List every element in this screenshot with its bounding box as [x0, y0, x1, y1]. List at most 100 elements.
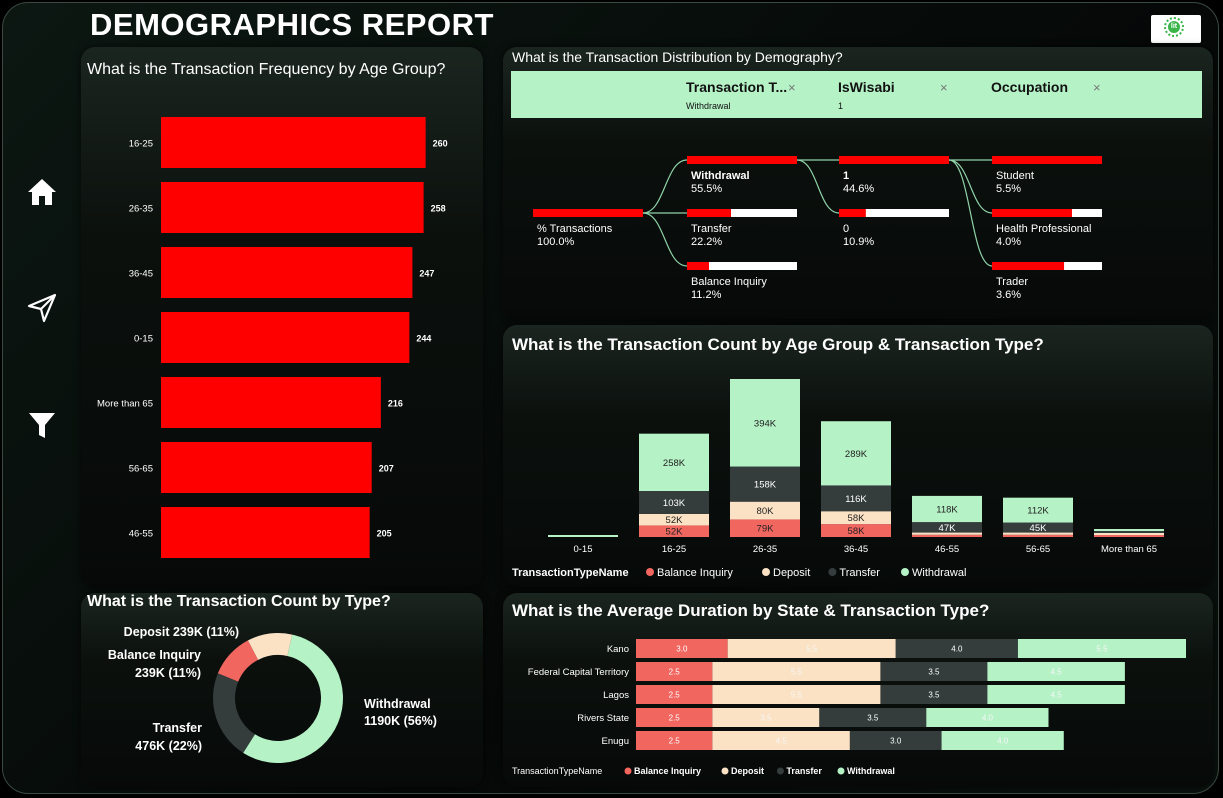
- stack-segment: [1094, 529, 1164, 531]
- level1-header[interactable]: Transaction T...: [686, 79, 787, 95]
- donut-label: Deposit 239K (11%): [124, 625, 239, 639]
- stack-data-label: 80K: [757, 506, 775, 517]
- level1-selection: Withdrawal: [686, 101, 731, 111]
- stack-segment: [1094, 533, 1164, 535]
- stack-data-label: 79K: [757, 524, 775, 535]
- duration-data-label: 3.5: [928, 691, 940, 700]
- close-icon[interactable]: ×: [1093, 80, 1101, 95]
- root-node-value: 100.0%: [537, 236, 575, 248]
- stack-data-label: 289K: [845, 449, 868, 460]
- legend-entry: Transfer: [839, 567, 880, 579]
- level3-node-bar: [992, 209, 1072, 217]
- legend-entry: Withdrawal: [847, 766, 895, 776]
- age-bar: [161, 117, 426, 168]
- level3-node-bar: [992, 156, 1102, 164]
- level3-node-value: 5.5%: [996, 183, 1021, 195]
- age-bar: [161, 247, 413, 298]
- stacked-title: What is the Transaction Count by Age Gro…: [512, 335, 1044, 354]
- legend-entry: Balance Inquiry: [657, 567, 733, 579]
- duration-data-label: 4.0: [997, 737, 1009, 746]
- level1-node-bar: [687, 262, 709, 270]
- stack-data-label: 47K: [939, 523, 957, 534]
- duration-tick-label: Rivers State: [577, 713, 629, 724]
- stack-tick-label: More than 65: [1101, 544, 1157, 555]
- age-data-label: 244: [416, 334, 431, 344]
- legend-entry: Balance Inquiry: [634, 766, 701, 776]
- level3-node-label: Student: [996, 170, 1034, 182]
- level2-node-bar: [839, 209, 866, 217]
- stack-tick-label: 56-65: [1026, 544, 1050, 555]
- stack-data-label: 118K: [936, 505, 958, 516]
- duration-data-label: 3.0: [890, 737, 902, 746]
- duration-data-label: 3.5: [867, 714, 879, 723]
- age-bar: [161, 182, 424, 233]
- level1-node-label: Balance Inquiry: [691, 276, 767, 288]
- age-bar: [161, 312, 410, 363]
- tree-link: [642, 212, 688, 267]
- duration-data-label: 2.5: [669, 691, 681, 700]
- close-icon[interactable]: ×: [940, 80, 948, 95]
- level2-node-label: 0: [843, 223, 849, 235]
- decomposition-tree[interactable]: % Transactions100.0% Withdrawal55.5% Trans…: [503, 143, 1213, 313]
- stack-data-label: 158K: [754, 480, 777, 491]
- home-icon[interactable]: [25, 175, 59, 209]
- stack-tick-label: 0-15: [573, 544, 592, 555]
- duration-data-label: 4.0: [982, 714, 994, 723]
- donut-label: Balance Inquiry: [108, 648, 201, 662]
- legend-swatch: [646, 568, 654, 576]
- duration-data-label: 5.5: [791, 668, 803, 677]
- duration-data-label: 3.0: [676, 645, 688, 654]
- close-icon[interactable]: ×: [788, 80, 796, 95]
- duration-chart[interactable]: Kano 3.0 5.5 4.0 5.5 Federal Capital Territor…: [503, 628, 1213, 788]
- age-bar: [161, 377, 381, 428]
- level3-node-label: Trader: [996, 276, 1028, 288]
- donut-label: Transfer: [153, 721, 202, 735]
- root-node-label: % Transactions: [537, 223, 613, 235]
- stack-tick-label: 16-25: [662, 544, 686, 555]
- age-tick-label: 56-65: [129, 464, 153, 475]
- duration-tick-label: Lagos: [603, 690, 629, 701]
- donut-label: Withdrawal: [364, 697, 431, 711]
- level2-header[interactable]: IsWisabi: [838, 79, 895, 95]
- level3-header[interactable]: Occupation: [991, 79, 1068, 95]
- age-frequency-chart[interactable]: 16-25 260 26-35 258 36-45 247 0-15 244 More than…: [81, 103, 483, 573]
- filter-icon[interactable]: [25, 407, 59, 441]
- level2-selection: 1: [838, 101, 844, 111]
- age-data-label: 247: [419, 269, 434, 279]
- level2-node-label: 1: [843, 170, 849, 182]
- legend-entry: Deposit: [731, 766, 764, 776]
- send-icon[interactable]: [25, 291, 59, 325]
- stacked-column-chart[interactable]: 0-15 52K52K 103K 258K 16-25 79K 80K 158K 394K 26-…: [503, 363, 1213, 585]
- stack-data-label: 52K: [666, 515, 684, 526]
- age-bar: [161, 507, 370, 558]
- level2-node-value: 44.6%: [843, 183, 874, 195]
- age-data-label: 207: [379, 464, 394, 474]
- legend-entry: Deposit: [773, 567, 810, 579]
- duration-title: What is the Average Duration by State & …: [512, 601, 990, 620]
- decomposition-header: Transaction T... Withdrawal × IsWisabi 1…: [511, 71, 1202, 118]
- stack-data-label: 116K: [845, 494, 867, 505]
- age-tick-label: More than 65: [97, 399, 153, 410]
- decomposition-title: What is the Transaction Distribution by …: [512, 49, 843, 65]
- age-data-label: 260: [433, 139, 448, 149]
- duration-data-label: 4.5: [1051, 691, 1063, 700]
- level1-node-value: 55.5%: [691, 183, 722, 195]
- tree-link: [948, 159, 993, 214]
- stack-tick-label: 36-45: [844, 544, 868, 555]
- age-bar: [161, 442, 372, 493]
- duration-data-label: 5.5: [806, 645, 818, 654]
- level3-node-value: 3.6%: [996, 289, 1021, 301]
- report-canvas: DEMOGRAPHICS REPORT lit What is the Tran…: [2, 2, 1219, 794]
- age-tick-label: 46-55: [129, 529, 153, 540]
- donut-chart[interactable]: Withdrawal 1190K (56%) Transfer 476K (22%) B…: [81, 613, 483, 783]
- report-title: DEMOGRAPHICS REPORT: [90, 7, 494, 42]
- level2-node-value: 10.9%: [843, 236, 874, 248]
- age-tick-label: 16-25: [129, 139, 153, 150]
- duration-data-label: 5.5: [791, 691, 803, 700]
- duration-data-label: 2.5: [669, 668, 681, 677]
- level1-node-value: 22.2%: [691, 236, 722, 248]
- stack-segment: [912, 534, 982, 537]
- stack-tick-label: 26-35: [753, 544, 777, 555]
- tree-link: [642, 159, 688, 214]
- age-tick-label: 0-15: [134, 334, 153, 345]
